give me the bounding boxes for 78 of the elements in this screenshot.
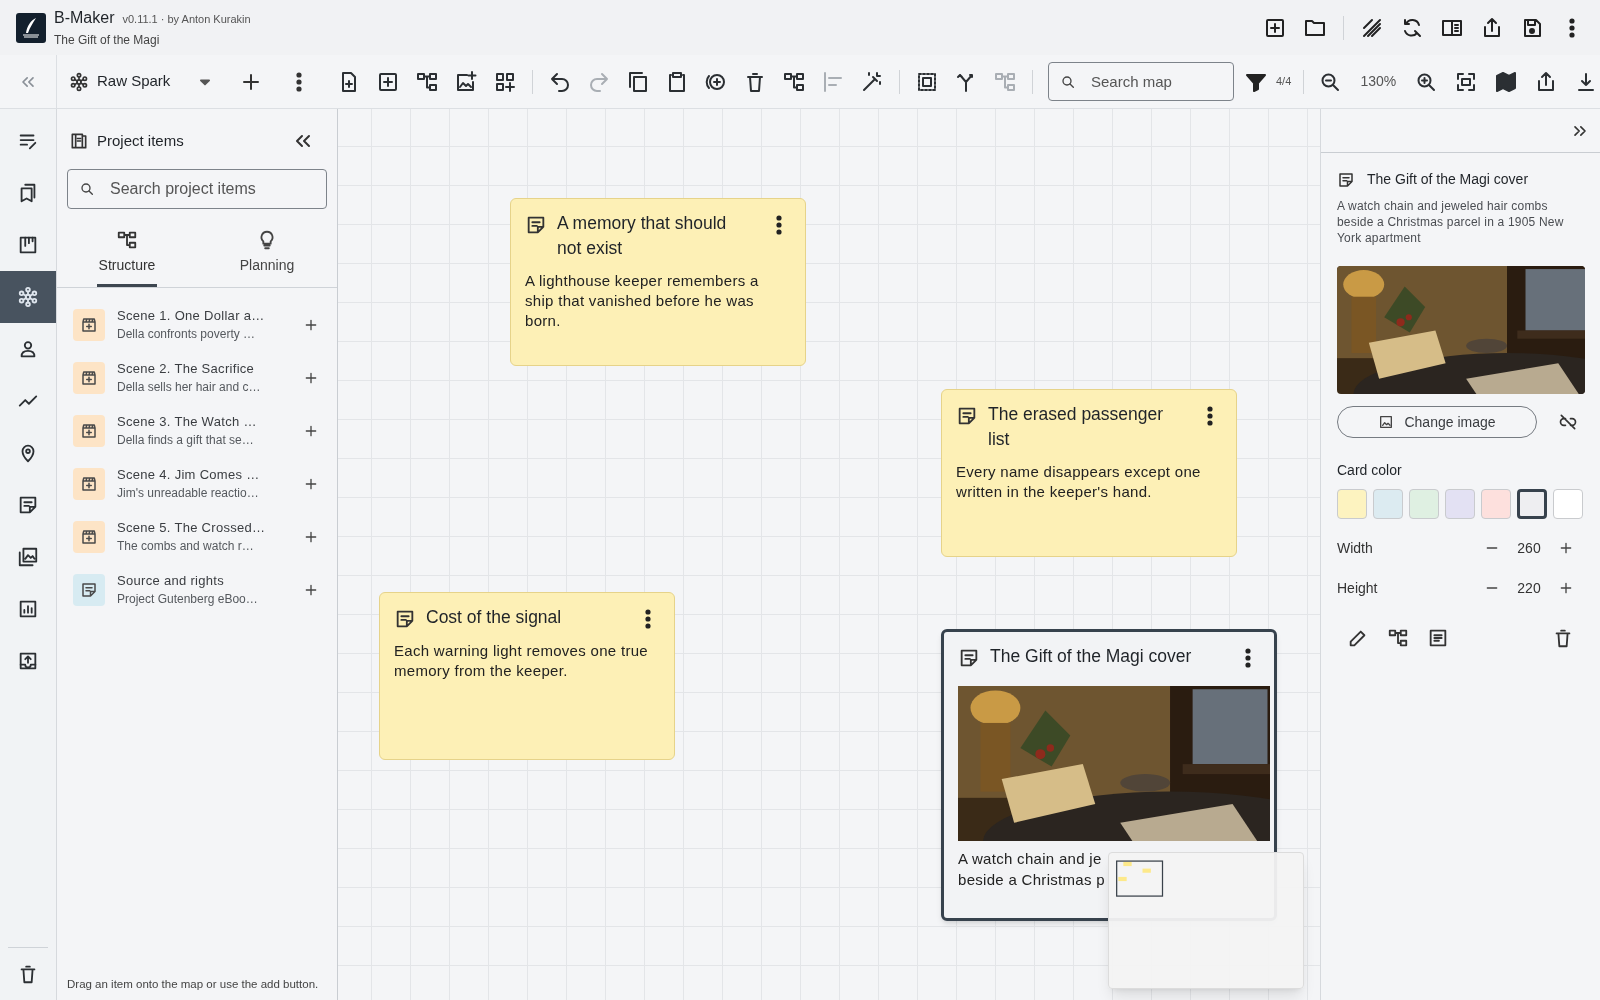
card-text: A watch chain and je [958,849,1103,869]
panel-hint: Drag an item onto the map or use the add button. [67,977,320,992]
network-icon [17,286,39,308]
search-icon [1060,74,1076,90]
stepper-value: 220 [1516,578,1542,598]
search-field[interactable]: Search map [1048,62,1234,101]
image-icon [1378,414,1395,430]
card-title: The erased passenger list [988,403,1165,451]
clapper-icon [80,527,98,546]
item-subtitle: Della confronts poverty … [117,326,257,344]
project-name: The Gift of the Magi [54,32,161,49]
field-label: Width [1337,538,1373,558]
zoom-level: 130% [1359,72,1398,91]
clapper-icon [80,421,98,440]
inspector-description: A watch chain and jeweled hair combs beside a Christmas parcel in a 1905 New York apartment [1337,198,1565,246]
search-field[interactable]: Search project items [67,169,327,209]
unlink-icon[interactable] [1558,412,1578,432]
search-icon [79,181,95,197]
map-card[interactable]: A memory that should not exist A lighthouse keeper remembers a ship that vanished before he was born. [510,198,806,366]
note-icon [80,580,98,599]
card-text: A lighthouse keeper remembers a ship that vanished before he was born. [525,271,760,331]
map-icon [69,71,89,92]
upload-icon [17,650,39,672]
map-view-icon[interactable] [1494,69,1519,94]
chart-icon [17,598,39,620]
note-icon [1337,170,1355,189]
increase-icon[interactable] [1558,580,1574,596]
item-title[interactable]: Scene 3. The Watch … [117,411,277,432]
structure-icon[interactable] [1387,627,1409,649]
card-text: Every name disappears except one written in the keeper's hand. [956,462,1202,502]
note-icon [17,494,39,516]
rail-item[interactable] [0,271,56,323]
map-card[interactable]: The erased passenger list Every name disappears except one written in the keeper's hand. [941,389,1237,557]
item-title[interactable]: Scene 1. One Dollar a… [117,305,277,326]
panel-title: Project items [97,130,184,151]
app-name: B-Maker [54,8,115,28]
item-subtitle: Project Gutenberg eBoo… [117,591,259,609]
text-icon[interactable] [1427,627,1449,649]
card-title: A memory that should not exist [557,212,728,260]
increase-icon[interactable] [1558,540,1574,556]
tab[interactable]: Planning [237,219,297,287]
card-text: beside a Christmas p [958,870,1106,890]
item-title[interactable]: Scene 5. The Crossed… [117,517,277,538]
color-swatch[interactable] [1517,489,1547,519]
item-title[interactable]: Source and rights [117,570,277,591]
tab[interactable]: Structure [96,219,158,287]
filter-count: 4/4 [1276,74,1292,90]
item-title[interactable]: Scene 4. Jim Comes … [117,464,277,485]
item-subtitle: Della finds a gift that se… [117,432,255,450]
clapper-icon [80,315,98,334]
item-subtitle: Jim's unreadable reactio… [117,485,260,503]
item-title[interactable]: Scene 2. The Sacrifice [117,358,277,379]
item-subtitle: The combs and watch r… [117,538,255,556]
structure-icon [116,229,138,251]
item-subtitle: Della sells her hair and c… [117,379,262,397]
map-card[interactable]: Cost of the signal Each warning light removes one true memory from the keeper. [379,592,675,760]
card-title: Cost of the signal [426,606,563,629]
app-version: v0.11.1 · by Anton Kurakin [122,12,251,27]
note-icon [958,647,980,669]
section-label: Card color [1337,461,1403,480]
note-icon [956,405,978,427]
field-label: Height [1337,578,1378,598]
copy-icon[interactable] [626,69,650,94]
inspector-title: The Gift of the Magi cover [1367,170,1529,189]
add-image-icon[interactable] [454,69,478,94]
card-text: Each warning light removes one true memory from the keeper. [394,641,649,681]
card-title: The Gift of the Magi cover [990,645,1193,668]
map-selector[interactable]: Raw Spark [97,70,187,93]
images-icon [17,546,39,568]
clapper-icon [80,368,98,387]
stepper-value: 260 [1516,538,1542,558]
app-logo [16,12,46,43]
panel-icon [69,131,89,151]
note-icon [525,214,547,236]
board-icon [17,234,39,256]
note-icon [394,608,416,630]
wand-icon[interactable] [860,69,884,94]
clapper-icon [80,474,98,493]
